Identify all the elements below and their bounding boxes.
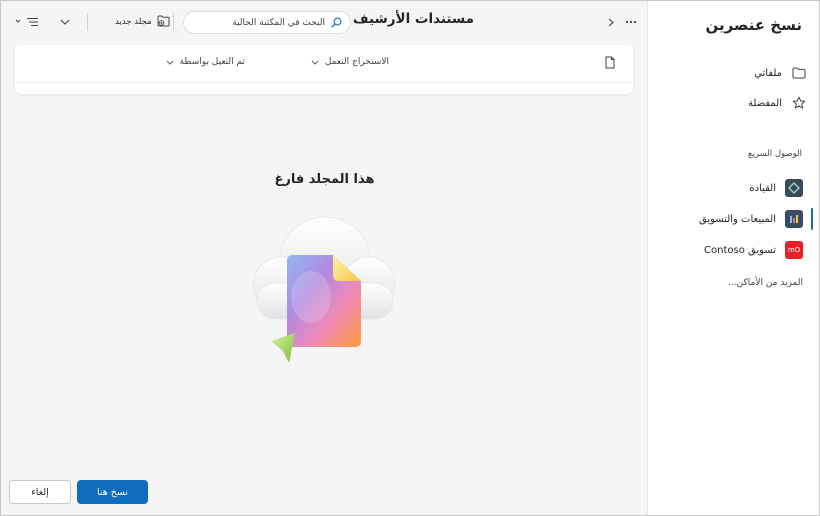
copy-dialog: نسخ عنصرين ملفاتي المفضلة الوصول السريع …: [0, 0, 820, 516]
toolbar: مستندات الأرشيف مجلد جديد: [1, 1, 648, 43]
navigation-pane: نسخ عنصرين ملفاتي المفضلة الوصول السريع …: [647, 1, 819, 515]
new-folder-icon: [157, 15, 170, 30]
folder-icon: [791, 65, 807, 81]
toolbar-divider: [173, 13, 174, 31]
chevron-right-icon[interactable]: [604, 12, 618, 32]
site-logo-icon: mO: [785, 241, 803, 259]
breadcrumb[interactable]: مستندات الأرشيف: [353, 11, 474, 27]
more-options-icon[interactable]: [622, 12, 640, 32]
search-icon: [331, 13, 342, 32]
copy-here-button[interactable]: نسخ هنا: [77, 480, 148, 504]
empty-folder-title: هذا المجلد فارغ: [274, 172, 375, 187]
dialog-title: نسخ عنصرين: [705, 16, 802, 34]
site-chart-icon: [785, 210, 803, 228]
more-places-link[interactable]: المزيد من الأماكن...: [728, 278, 803, 288]
column-header-modified[interactable]: الاستخراج التعمل: [311, 57, 389, 67]
nav-item-favorites[interactable]: المفضلة: [748, 91, 807, 115]
quick-access-label: القيادة: [749, 182, 776, 194]
chevron-down-icon: [166, 58, 174, 67]
selection-indicator: [811, 208, 813, 230]
quick-access-label: تسويق Contoso: [704, 244, 776, 256]
column-header-modified-by[interactable]: تم التعيل بواسطة: [166, 57, 245, 67]
star-icon: [791, 95, 807, 111]
quick-access-item-leadership[interactable]: القيادة: [749, 177, 803, 199]
chevron-down-icon[interactable]: [57, 12, 73, 32]
nav-item-my-files[interactable]: ملفاتي: [754, 61, 807, 85]
nav-item-label: المفضلة: [747, 97, 782, 109]
quick-access-heading: الوصول السريع: [748, 149, 802, 159]
quick-access-item-sales-marketing[interactable]: المبيعات والتسويق: [699, 208, 803, 230]
quick-access-label: المبيعات والتسويق: [699, 213, 776, 225]
card-divider: [15, 82, 633, 83]
chevron-down-icon: [311, 58, 319, 67]
nav-item-label: ملفاتي: [754, 67, 782, 79]
file-type-column-icon[interactable]: [605, 56, 615, 69]
search-input[interactable]: [197, 17, 325, 28]
new-folder-button[interactable]: مجلد جديد: [115, 12, 170, 32]
site-diamond-icon: [785, 179, 803, 197]
quick-access-item-contoso-marketing[interactable]: mO تسويق Contoso: [704, 239, 803, 261]
view-options-icon[interactable]: [13, 12, 41, 32]
cancel-button[interactable]: إلغاء: [9, 480, 71, 504]
new-folder-label: مجلد جديد: [115, 17, 152, 27]
search-box[interactable]: [183, 11, 351, 34]
toolbar-divider: [87, 13, 88, 31]
column-label: الاستخراج التعمل: [324, 57, 389, 67]
empty-folder-illustration: [245, 213, 405, 373]
column-header-card: الاستخراج التعمل تم التعيل بواسطة: [15, 45, 633, 94]
column-label: تم التعيل بواسطة: [179, 57, 245, 67]
